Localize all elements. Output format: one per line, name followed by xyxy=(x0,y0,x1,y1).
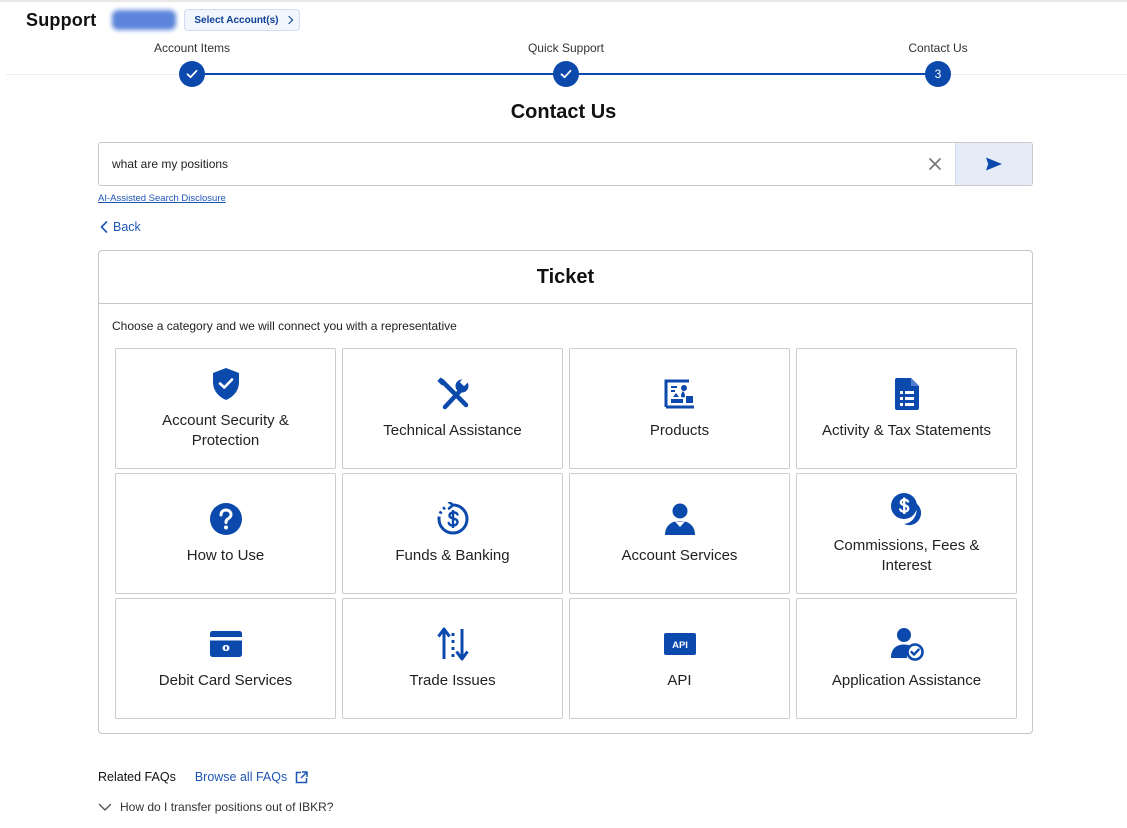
category-api[interactable]: API API xyxy=(569,598,790,719)
step-number: 3 xyxy=(925,61,951,87)
external-link-icon xyxy=(295,770,308,783)
chevron-left-icon xyxy=(100,221,108,233)
search-bar xyxy=(98,142,1033,186)
send-button[interactable] xyxy=(955,143,1032,185)
category-label: How to Use xyxy=(186,546,265,564)
ticket-card: Ticket Choose a category and we will con… xyxy=(98,250,1033,734)
person-icon xyxy=(663,502,697,536)
category-label: Account Security & Protection xyxy=(162,411,289,449)
question-icon xyxy=(209,502,243,536)
category-activity-tax-statements[interactable]: Activity & Tax Statements xyxy=(796,348,1017,469)
category-application-assistance[interactable]: Application Assistance xyxy=(796,598,1017,719)
category-label: Technical Assistance xyxy=(383,421,522,439)
shield-check-icon xyxy=(211,367,241,401)
ticket-subtitle: Choose a category and we will connect yo… xyxy=(112,319,457,333)
category-label: API xyxy=(667,671,692,689)
category-label: Products xyxy=(649,421,710,439)
back-link[interactable]: Back xyxy=(100,220,141,234)
category-label: Trade Issues xyxy=(409,671,496,689)
step-label: Contact Us xyxy=(908,41,968,55)
category-label: Funds & Banking xyxy=(395,546,510,564)
step-label: Account Items xyxy=(153,41,231,55)
related-faqs-title: Related FAQs xyxy=(98,770,176,784)
step-account-items[interactable]: Account Items xyxy=(112,40,272,87)
select-accounts-label: Select Account(s) xyxy=(194,14,279,26)
category-label: Activity & Tax Statements xyxy=(822,421,991,439)
category-debit-card-services[interactable]: Debit Card Services xyxy=(115,598,336,719)
category-label: Application Assistance xyxy=(831,671,982,689)
products-icon xyxy=(663,377,697,411)
send-icon xyxy=(986,157,1002,171)
step-label: Quick Support xyxy=(527,41,605,55)
browse-all-faqs-label: Browse all FAQs xyxy=(194,770,288,784)
related-faqs: Related FAQs Browse all FAQs xyxy=(98,770,308,784)
coins-icon xyxy=(890,492,924,526)
document-list-icon xyxy=(893,377,921,411)
page-title: Contact Us xyxy=(510,101,617,123)
check-icon xyxy=(553,61,579,87)
clear-search-button[interactable] xyxy=(915,143,955,185)
category-commissions-fees-interest[interactable]: Commissions, Fees & Interest xyxy=(796,473,1017,594)
search-input[interactable] xyxy=(99,143,915,185)
category-funds-banking[interactable]: Funds & Banking xyxy=(342,473,563,594)
ai-search-disclosure-link[interactable]: AI-Assisted Search Disclosure xyxy=(98,193,226,204)
category-account-security[interactable]: Account Security & Protection xyxy=(115,348,336,469)
chevron-down-icon xyxy=(98,803,112,811)
category-products[interactable]: Products xyxy=(569,348,790,469)
step-quick-support[interactable]: Quick Support xyxy=(486,40,646,87)
api-icon: API xyxy=(663,627,697,661)
app-title: Support xyxy=(26,9,97,30)
account-chip[interactable] xyxy=(112,10,177,30)
category-trade-issues[interactable]: Trade Issues xyxy=(342,598,563,719)
chevron-right-icon xyxy=(285,15,294,25)
back-label: Back xyxy=(113,220,141,234)
category-technical-assistance[interactable]: Technical Assistance xyxy=(342,348,563,469)
svg-text:API: API xyxy=(672,640,688,651)
ticket-title: Ticket xyxy=(99,251,1032,304)
tools-icon xyxy=(436,377,470,411)
category-grid: Account Security & Protection Technical … xyxy=(115,348,1017,719)
trade-arrows-icon xyxy=(436,627,470,661)
top-border xyxy=(0,0,1127,2)
person-check-icon xyxy=(890,627,924,661)
category-label: Commissions, Fees & Interest xyxy=(833,536,980,574)
category-label: Debit Card Services xyxy=(158,671,293,689)
step-contact-us: Contact Us 3 xyxy=(858,40,1018,87)
select-accounts-button[interactable]: Select Account(s) xyxy=(184,9,301,31)
close-icon xyxy=(929,158,941,170)
browse-all-faqs-link[interactable]: Browse all FAQs xyxy=(195,770,308,784)
category-account-services[interactable]: Account Services xyxy=(569,473,790,594)
header: Support Select Account(s) xyxy=(26,9,301,31)
faq-item[interactable]: How do I transfer positions out of IBKR? xyxy=(98,800,333,814)
dollar-cycle-icon xyxy=(436,501,470,536)
category-how-to-use[interactable]: How to Use xyxy=(115,473,336,594)
category-label: Account Services xyxy=(621,546,738,564)
faq-question: How do I transfer positions out of IBKR? xyxy=(120,800,334,814)
card-icon xyxy=(209,627,243,661)
progress-stepper: Account Items Quick Support Contact Us 3 xyxy=(0,40,1127,90)
check-icon xyxy=(179,61,205,87)
